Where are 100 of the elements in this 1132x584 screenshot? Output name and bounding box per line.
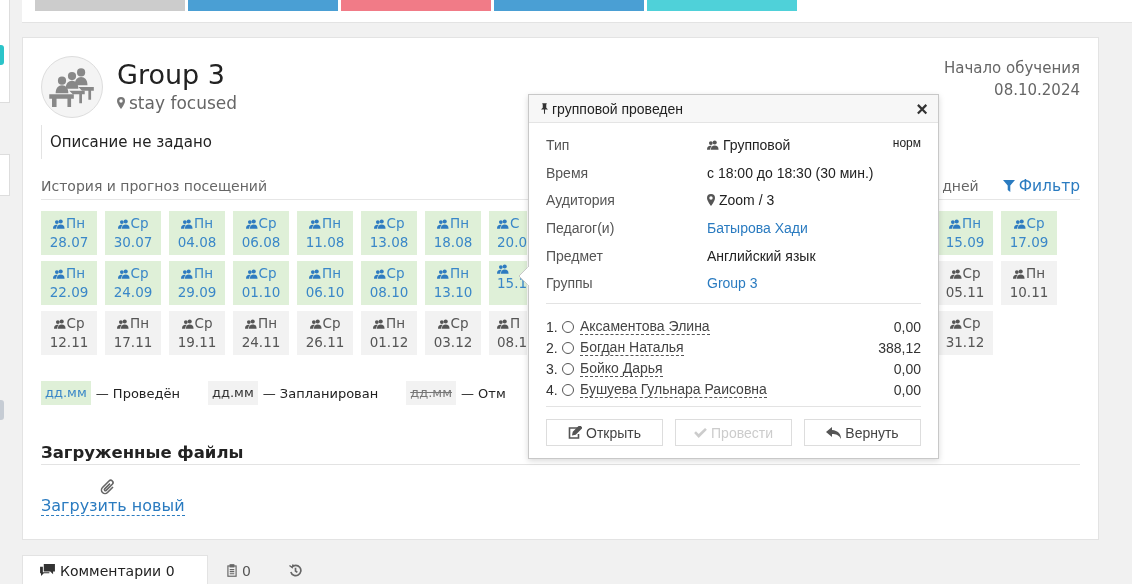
- users-icon: [373, 318, 385, 329]
- day-tile[interactable]: Ср 24.09: [105, 261, 161, 305]
- users-icon: [497, 318, 509, 329]
- day-tile[interactable]: Ср 30.07: [105, 211, 161, 255]
- field-label: Аудитория: [546, 192, 616, 209]
- filter-link[interactable]: Фильтр: [1002, 177, 1080, 195]
- reply-icon: [826, 426, 842, 439]
- day-tile[interactable]: Пн 06.10: [297, 261, 353, 305]
- comments-tab[interactable]: Комментарии 0: [22, 555, 208, 584]
- day-tile[interactable]: С 20.0: [489, 211, 527, 255]
- day-tile[interactable]: Пн 01.12: [361, 311, 417, 355]
- start-date: 08.10.2024: [993, 80, 1080, 101]
- sidebar-handle[interactable]: [0, 400, 4, 420]
- comments-icon: [40, 564, 55, 577]
- day-tile[interactable]: Пн 13.10: [425, 261, 481, 305]
- notes-tab[interactable]: 0: [208, 555, 270, 584]
- legend-sample: дд.мм: [406, 381, 456, 405]
- list-number: 2.: [546, 339, 559, 356]
- return-button[interactable]: Вернуть: [804, 419, 921, 447]
- field-label: Группы: [546, 275, 594, 292]
- users-icon: [245, 268, 258, 279]
- day-tile[interactable]: Пн 17.11: [105, 311, 161, 355]
- day-tile[interactable]: Ср 03.12: [425, 311, 481, 355]
- pin-icon: [541, 103, 548, 114]
- field-label: Педагог(и): [546, 219, 616, 236]
- users-icon: [117, 268, 130, 279]
- start-label: Начало обучения: [943, 58, 1080, 79]
- users-icon: [437, 268, 449, 279]
- toolbar-button[interactable]: [341, 0, 491, 11]
- legend-label: — Отм: [460, 385, 506, 401]
- users-icon: [309, 268, 321, 279]
- day-tile[interactable]: Ср 12.11: [41, 311, 97, 355]
- field-value: Zoom / 3: [719, 192, 775, 209]
- description: Описание не задано: [41, 125, 220, 159]
- day-tile[interactable]: Ср 19.11: [169, 311, 225, 355]
- day-tile[interactable]: Пн 15.09: [937, 211, 993, 255]
- list-number: 4.: [546, 381, 559, 398]
- day-tile[interactable]: Ср 06.08: [233, 211, 289, 255]
- student-link[interactable]: Бушуева Гульнара Раисовна: [580, 381, 767, 399]
- users-icon: [497, 218, 509, 229]
- day-tile[interactable]: Пн 22.09: [41, 261, 97, 305]
- toolbar-button[interactable]: [188, 0, 338, 11]
- day-tile[interactable]: П 08.1: [489, 311, 527, 355]
- users-icon: [53, 318, 66, 329]
- day-tile[interactable]: Ср 13.08: [361, 211, 417, 255]
- section-title: История и прогноз посещений: [41, 178, 268, 194]
- users-icon: [181, 218, 193, 229]
- field-link[interactable]: Батырова Хади: [707, 219, 808, 236]
- legend-label: — Проведён: [95, 385, 180, 401]
- toolbar-button[interactable]: [35, 0, 185, 11]
- upload-link[interactable]: Загрузить новый: [41, 496, 185, 516]
- sidebar-tab[interactable]: [0, 45, 4, 65]
- student-link[interactable]: Богдан Наталья: [580, 339, 684, 357]
- users-icon: [53, 218, 65, 229]
- users-icon: [53, 268, 65, 279]
- field-label: Предмет: [546, 247, 604, 264]
- users-icon: [437, 318, 450, 329]
- day-tile[interactable]: Пн 18.08: [425, 211, 481, 255]
- users-icon: [309, 218, 321, 229]
- student-link[interactable]: Аксаментова Элина: [580, 318, 710, 336]
- edit-icon: [568, 426, 582, 440]
- toolbar-button[interactable]: [494, 0, 644, 11]
- amount: 388,12: [878, 339, 921, 356]
- day-tile[interactable]: Ср 01.10: [233, 261, 289, 305]
- location-icon: [117, 97, 125, 109]
- history-icon: [288, 564, 302, 577]
- day-tile[interactable]: Ср 17.09: [1001, 211, 1057, 255]
- day-tile[interactable]: Пн 28.07: [41, 211, 97, 255]
- type-label: норм: [892, 136, 921, 150]
- day-tile[interactable]: Ср 08.10: [361, 261, 417, 305]
- amount: 0,00: [893, 381, 921, 398]
- filter-icon: [1002, 180, 1015, 192]
- day-tile[interactable]: Ср 26.11: [297, 311, 353, 355]
- classroom-icon: [49, 67, 95, 107]
- legend-label: — Запланирован: [262, 385, 379, 401]
- paperclip-icon: [99, 476, 117, 496]
- field-link[interactable]: Group 3: [707, 275, 758, 292]
- clipboard-icon: [227, 564, 237, 577]
- day-tile[interactable]: Ср 05.11: [937, 261, 993, 305]
- legend-sample: дд.мм: [41, 381, 91, 405]
- users-icon: [373, 268, 386, 279]
- day-tile[interactable]: Пн 11.08: [297, 211, 353, 255]
- users-icon: [245, 318, 257, 329]
- day-tile[interactable]: Пн 24.11: [233, 311, 289, 355]
- users-icon: [373, 218, 386, 229]
- range-text: дней: [942, 178, 979, 194]
- popover-title: групповой проведен: [552, 100, 685, 117]
- close-button[interactable]: ×: [916, 98, 928, 119]
- list-number: 3.: [546, 360, 559, 377]
- day-tile[interactable]: Пн 29.09: [169, 261, 225, 305]
- open-button[interactable]: Открыть: [546, 419, 663, 447]
- users-icon: [117, 218, 130, 229]
- day-tile[interactable]: Ср 31.12: [937, 311, 993, 355]
- day-tile[interactable]: Пн 10.11: [1001, 261, 1057, 305]
- location-text: stay focused: [129, 92, 238, 114]
- toolbar-button[interactable]: [647, 0, 797, 11]
- student-link[interactable]: Бойко Дарья: [580, 360, 663, 378]
- day-tile[interactable]: Пн 04.08: [169, 211, 225, 255]
- field-value: с 18:00 до 18:30 (30 мин.): [707, 164, 874, 181]
- users-icon: [181, 268, 193, 279]
